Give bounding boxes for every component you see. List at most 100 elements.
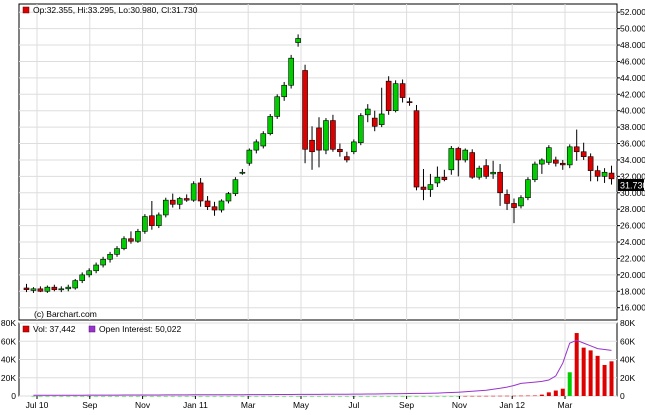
volume-bar (539, 394, 544, 396)
candle-body (371, 117, 378, 127)
price-tick-label: 50.000 (620, 24, 645, 34)
candle-body (580, 151, 587, 157)
volume-tick-label-left: 0 (11, 391, 16, 401)
candle (566, 144, 573, 169)
price-tick-label: 42.000 (620, 89, 645, 99)
open-interest-label: Open Interest: 50,022 (99, 324, 181, 334)
candle-body (441, 176, 448, 180)
candle-body (316, 127, 322, 151)
volume-bar (372, 395, 377, 397)
volume-bar (212, 395, 217, 397)
volume-bar (435, 395, 440, 397)
candle-body (357, 115, 364, 144)
candle-body (260, 133, 267, 147)
volume-bar (553, 390, 558, 396)
candle-body (100, 258, 106, 266)
volume-bar (59, 395, 64, 397)
volume-bar (470, 395, 475, 397)
candle-body (253, 141, 260, 151)
candle-body (30, 288, 37, 291)
candle-body (281, 84, 287, 98)
volume-tick-label-left: 60K (1, 336, 16, 346)
copyright-label: (c) Barchart.com (34, 309, 97, 319)
price-tick-label: 40.000 (620, 106, 645, 116)
candle-body (86, 270, 92, 276)
candle-body (79, 274, 85, 281)
candle (232, 177, 239, 197)
volume-bar (560, 388, 565, 396)
price-tick-label: 46.000 (620, 56, 645, 66)
candle (385, 76, 392, 115)
volume-bar (149, 395, 154, 397)
candle-body (399, 83, 406, 98)
candle-body (406, 101, 413, 103)
candle-body (351, 141, 357, 153)
volume-tick-label-left: 80K (1, 318, 16, 328)
time-tick-label: Jul 10 (26, 400, 49, 410)
volume-bar (393, 395, 398, 397)
volume-bar (101, 395, 106, 397)
candle (72, 278, 79, 290)
candle-body (211, 206, 218, 211)
candle-body (566, 146, 573, 166)
price-legend-swatch (22, 6, 30, 14)
futures-chart: 16.000 18.000 20.000 22.000 24.000 26.000 28.0… (1, 3, 645, 410)
time-tick-label: Nov (135, 400, 151, 410)
volume-bar (261, 395, 266, 397)
candle (532, 161, 538, 183)
price-axis: 16.000 18.000 20.000 22.000 24.000 26.000 28.0… (617, 7, 645, 313)
volume-bar (525, 395, 530, 397)
volume-bar (421, 395, 426, 397)
volume-tick-label-right: 60K (620, 336, 635, 346)
volume-bar (428, 395, 433, 397)
candle-body (323, 120, 329, 151)
time-tick-label: May (293, 400, 310, 410)
candle (274, 94, 281, 119)
volume-bar (337, 395, 342, 397)
volume-bar (52, 395, 57, 397)
candle-body (197, 182, 204, 202)
price-panel (18, 3, 618, 321)
price-tick-label: 16.000 (620, 303, 645, 313)
volume-bar (414, 395, 419, 397)
candle (330, 114, 336, 152)
price-tick-label: 18.000 (620, 286, 645, 296)
candle-body (532, 163, 538, 180)
volume-bar (254, 395, 259, 397)
candle-body (51, 286, 58, 290)
candle-body (239, 171, 246, 174)
candle (351, 139, 357, 155)
volume-bar (581, 347, 586, 396)
volume-bar (289, 395, 294, 397)
volume-bar (344, 395, 349, 397)
volume-bar (128, 395, 133, 397)
candle-body (594, 170, 601, 177)
volume-bar (505, 395, 510, 397)
candle-body (490, 171, 496, 175)
volume-bar (163, 395, 168, 397)
candle-body (225, 193, 232, 202)
candle-body (93, 264, 99, 272)
volume-bar (609, 361, 614, 396)
candle-body (601, 171, 608, 177)
candle-body (385, 80, 392, 112)
volume-bar (303, 395, 308, 397)
candle (260, 131, 267, 149)
volume-bar (226, 395, 231, 397)
candle-body (156, 214, 162, 226)
candle-body (169, 199, 176, 205)
candle-body (121, 238, 127, 249)
volume-bar (463, 395, 468, 397)
candle-body (378, 113, 385, 125)
volume-bar (73, 395, 78, 397)
volume-bar (400, 395, 405, 397)
volume-bar (233, 395, 238, 397)
volume-bar (198, 395, 203, 397)
candle-body (455, 148, 462, 161)
candle (288, 54, 294, 89)
price-tick-label: 48.000 (620, 40, 645, 50)
volume-bar (115, 395, 120, 397)
volume-bar (142, 395, 147, 397)
volume-bar (170, 395, 175, 397)
candle-body (511, 203, 517, 208)
